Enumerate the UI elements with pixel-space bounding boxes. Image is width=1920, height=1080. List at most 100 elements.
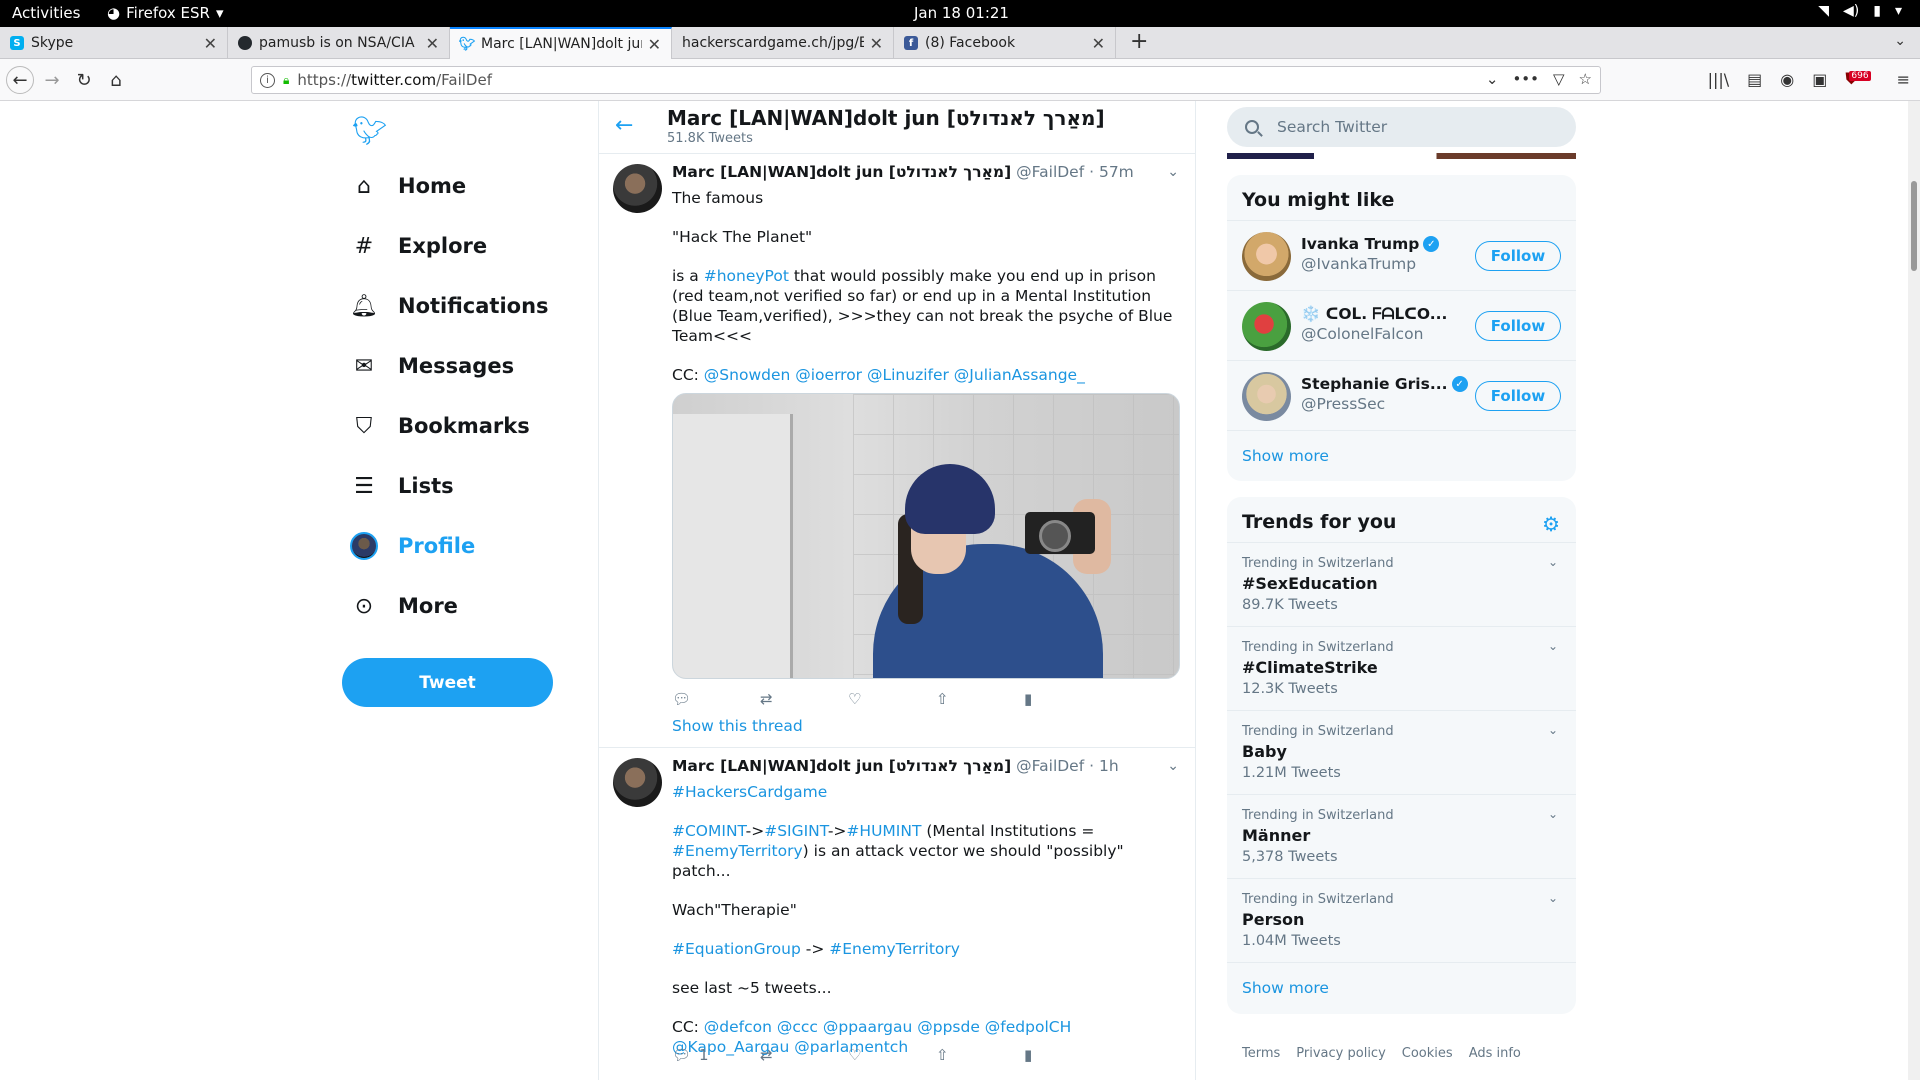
suggestion-handle[interactable]: @IvankaTrump [1301,255,1416,273]
analytics-icon[interactable]: ▮ [1024,1046,1112,1064]
analytics-icon[interactable]: ▮ [1024,690,1112,708]
like-icon[interactable]: ♡ [848,1046,936,1064]
hashtag-link[interactable]: #EnemyTerritory [672,842,803,860]
tweet[interactable]: Marc [LAN|WAN]dolt jun [מאַרך לאנדולט] @… [599,154,1195,748]
author-handle[interactable]: @FailDef · 57m [1016,163,1134,181]
activities-button[interactable]: Activities [12,4,80,22]
hashtag-link[interactable]: #EquationGroup [672,940,801,958]
suggestion-name[interactable]: ❄️ ᑕOᒪ. ᖴᗩᒪᑕO... [1301,305,1471,324]
nav-explore[interactable]: # Explore [350,226,487,266]
tab-hackerscardgame[interactable]: hackerscardgame.ch/jpg/EN ✕ [672,27,894,59]
author-name[interactable]: Marc [LAN|WAN]dolt jun [מאַרך לאנדולט] [672,757,1011,775]
suggestion-row[interactable]: Stephanie Gris... ✓ @PressSec Follow [1227,361,1576,431]
ublock-icon[interactable]: ⛊696 [1845,69,1878,89]
suggestion-name[interactable]: Ivanka Trump ✓ [1301,235,1471,253]
reply-button[interactable]: 💬︎ 1 [672,1046,760,1064]
nav-profile[interactable]: Profile [350,526,475,566]
back-arrow-icon[interactable]: ← [615,113,633,138]
like-icon[interactable]: ♡ [848,690,936,708]
avatar[interactable] [1242,302,1291,351]
extension-icon[interactable]: ▣ [1812,70,1827,89]
hashtag-link[interactable]: #SIGINT [764,822,828,840]
chevron-down-icon[interactable]: ⌄ [1548,807,1558,821]
gear-icon[interactable]: ⚙ [1542,512,1560,536]
close-icon[interactable]: ✕ [1092,34,1105,53]
retweet-icon[interactable]: ⇄ [760,1046,848,1064]
hashtag-link[interactable]: #HUMINT [846,822,921,840]
author-handle[interactable]: @FailDef · 1h [1016,757,1119,775]
avatar[interactable] [613,164,662,213]
footer-privacy-link[interactable]: Privacy policy [1296,1046,1385,1061]
nav-lists[interactable]: ☰ Lists [350,466,454,506]
forward-button[interactable]: → [38,66,66,94]
trend-item[interactable]: Trending in Switzerland Männer 5,378 Twe… [1227,795,1576,879]
retweet-icon[interactable]: ⇄ [760,690,848,708]
list-all-tabs-icon[interactable]: ⌄ [1894,33,1906,49]
follow-button[interactable]: Follow [1475,311,1561,341]
reply-icon[interactable]: 💬︎ [672,690,760,708]
suggestion-row[interactable]: ❄️ ᑕOᒪ. ᖴᗩᒪᑕO... @ColonelFalcon Follow [1227,291,1576,361]
tab-twitter[interactable]: 🐦︎ Marc [LAN|WAN]dolt jun ✕ [450,27,672,59]
footer-cookies-link[interactable]: Cookies [1402,1046,1453,1061]
trend-item[interactable]: Trending in Switzerland Person 1.04M Twe… [1227,879,1576,963]
chevron-down-icon[interactable]: ⌄ [1167,164,1179,180]
nav-bookmarks[interactable]: ⛉ Bookmarks [350,406,530,446]
close-icon[interactable]: ✕ [426,34,439,53]
menu-icon[interactable]: ≡ [1897,70,1910,89]
avatar[interactable] [1242,372,1291,421]
tab-skype[interactable]: S Skype ✕ [0,27,228,59]
app-menu[interactable]: ◕ Firefox ESR ▾ [107,4,223,22]
tweet[interactable]: Marc [LAN|WAN]dolt jun [מאַרך לאנדולט] @… [599,748,1195,1080]
avatar[interactable] [613,758,662,807]
author-name[interactable]: Marc [LAN|WAN]dolt jun [מאַרך לאנדולט] [672,163,1011,181]
sidebar-icon[interactable]: ▤ [1747,70,1762,89]
close-icon[interactable]: ✕ [648,35,661,54]
footer-ads-link[interactable]: Ads info [1469,1046,1521,1061]
twitter-logo-icon[interactable]: 🐦︎ [352,114,388,147]
system-tray[interactable]: ◥ ◀) ▮ ▾ [1818,3,1902,19]
footer-terms-link[interactable]: Terms [1242,1046,1280,1061]
nav-messages[interactable]: ✉ Messages [350,346,514,386]
account-icon[interactable]: ◉ [1780,70,1794,89]
follow-button[interactable]: Follow [1475,381,1561,411]
reload-button[interactable]: ↻ [70,66,98,94]
lock-icon[interactable]: 🔒︎ [283,73,289,88]
chevron-down-icon[interactable]: ⌄ [1548,555,1558,569]
suggestion-name[interactable]: Stephanie Gris... ✓ [1301,375,1471,393]
share-icon[interactable]: ⇧ [936,1046,1024,1064]
search-input[interactable]: Search Twitter [1227,107,1576,147]
show-more-link[interactable]: Show more [1227,431,1576,481]
show-thread-link[interactable]: Show this thread [672,717,803,735]
close-icon[interactable]: ✕ [204,34,217,53]
info-icon[interactable]: i [260,72,275,88]
suggestion-handle[interactable]: @PressSec [1301,395,1385,413]
page-actions-icon[interactable]: ••• [1512,70,1539,88]
hashtag-link[interactable]: #honeyPot [704,267,789,285]
trend-item[interactable]: Trending in Switzerland Baby 1.21M Tweet… [1227,711,1576,795]
bookmark-star-icon[interactable]: ☆ [1579,70,1592,88]
hashtag-link[interactable]: #EnemyTerritory [829,940,960,958]
nav-more[interactable]: ⊙ More [350,586,458,626]
trend-item[interactable]: Trending in Switzerland #SexEducation 89… [1227,543,1576,627]
scrollbar-thumb[interactable] [1911,181,1917,271]
chevron-down-icon[interactable]: ⌄ [1548,723,1558,737]
close-icon[interactable]: ✕ [870,34,883,53]
nav-notifications[interactable]: 🔔︎ Notifications [350,286,549,326]
url-bar[interactable]: i 🔒︎ https://twitter.com/FailDef ⌄ ••• ▽… [251,66,1601,94]
suggestion-row[interactable]: Ivanka Trump ✓ @IvankaTrump Follow [1227,221,1576,291]
chevron-down-icon[interactable]: ⌄ [1548,639,1558,653]
library-icon[interactable]: |||\ [1708,70,1730,89]
share-icon[interactable]: ⇧ [936,690,1024,708]
nav-home[interactable]: ⌂ Home [350,166,466,206]
chevron-down-icon[interactable]: ⌄ [1167,758,1179,774]
trend-item[interactable]: Trending in Switzerland #ClimateStrike 1… [1227,627,1576,711]
tweet-button[interactable]: Tweet [342,658,553,707]
home-button[interactable]: ⌂ [102,66,130,94]
mention-links[interactable]: @Snowden @ioerror @Linuzifer @JulianAssa… [704,366,1085,384]
pocket-icon[interactable]: ▽ [1553,70,1565,88]
clock[interactable]: Jan 18 01:21 [914,4,1009,22]
tab-github[interactable]: pamusb is on NSA/CIA H ✕ [228,27,450,59]
url-text[interactable]: https://twitter.com/FailDef [297,71,492,89]
hashtag-link[interactable]: #COMINT [672,822,746,840]
hashtag-link[interactable]: #HackersCardgame [672,783,827,801]
